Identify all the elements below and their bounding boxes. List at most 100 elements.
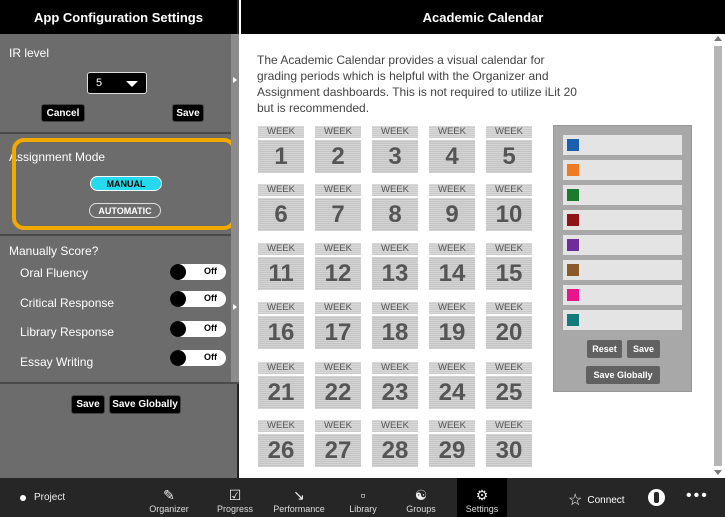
week-number: 20	[486, 316, 532, 349]
color-swatch	[567, 264, 579, 276]
more-icon[interactable]: •••	[686, 487, 709, 505]
oral-fluency-toggle[interactable]: Off	[170, 264, 226, 280]
week-label: WEEK	[258, 302, 304, 314]
library-response-toggle[interactable]: Off	[170, 321, 226, 337]
ir-save-button[interactable]: Save	[172, 104, 204, 122]
grading-period-row[interactable]	[563, 210, 682, 230]
grading-period-row[interactable]	[563, 285, 682, 305]
week-cell[interactable]: WEEK 25	[486, 362, 532, 410]
week-cell[interactable]: WEEK 15	[486, 243, 532, 291]
week-label: WEEK	[315, 126, 361, 138]
week-cell[interactable]: WEEK 3	[372, 126, 418, 174]
week-cell[interactable]: WEEK 28	[372, 420, 418, 468]
week-number: 16	[258, 316, 304, 349]
week-number: 13	[372, 257, 418, 290]
legend-save-globally-button[interactable]: Save Globally	[586, 366, 660, 384]
week-label: WEEK	[372, 243, 418, 255]
week-cell[interactable]: WEEK 20	[486, 302, 532, 350]
week-label: WEEK	[486, 302, 532, 314]
week-cell[interactable]: WEEK 19	[429, 302, 475, 350]
week-number: 22	[315, 376, 361, 409]
scroll-arrow-icon	[233, 77, 237, 83]
week-cell[interactable]: WEEK 12	[315, 243, 361, 291]
week-label: WEEK	[315, 362, 361, 374]
critical-response-toggle[interactable]: Off	[170, 291, 226, 307]
nav-performance[interactable]: ↘ Performance	[270, 478, 328, 517]
week-cell[interactable]: WEEK 23	[372, 362, 418, 410]
week-cell[interactable]: WEEK 22	[315, 362, 361, 410]
week-cell[interactable]: WEEK 7	[315, 184, 361, 232]
connect-button[interactable]: ☆ Connect	[568, 490, 625, 510]
week-cell[interactable]: WEEK 18	[372, 302, 418, 350]
ir-level-select[interactable]: 5	[87, 72, 147, 94]
week-cell[interactable]: WEEK 10	[486, 184, 532, 232]
grading-period-row[interactable]	[563, 235, 682, 255]
week-cell[interactable]: WEEK 1	[258, 126, 304, 174]
dot-icon	[20, 494, 26, 501]
gear-icon: ⚙	[475, 487, 489, 503]
reset-button[interactable]: Reset	[587, 340, 622, 358]
week-label: WEEK	[258, 420, 304, 432]
week-cell[interactable]: WEEK 6	[258, 184, 304, 232]
week-cell[interactable]: WEEK 26	[258, 420, 304, 468]
divider	[0, 382, 239, 384]
grading-period-row[interactable]	[563, 160, 682, 180]
grading-period-row[interactable]	[563, 260, 682, 280]
score-item-label: Critical Response	[20, 296, 115, 310]
week-cell[interactable]: WEEK 13	[372, 243, 418, 291]
week-cell[interactable]: WEEK 29	[429, 420, 475, 468]
week-label: WEEK	[429, 362, 475, 374]
user-icon[interactable]	[648, 489, 665, 506]
week-number: 29	[429, 434, 475, 467]
week-cell[interactable]: WEEK 5	[486, 126, 532, 174]
ir-cancel-button[interactable]: Cancel	[41, 104, 85, 122]
week-number: 15	[486, 257, 532, 290]
nav-settings[interactable]: ⚙ Settings	[457, 478, 507, 517]
grading-period-row[interactable]	[563, 185, 682, 205]
save-globally-button[interactable]: Save Globally	[109, 395, 181, 414]
week-cell[interactable]: WEEK 2	[315, 126, 361, 174]
nav-organizer[interactable]: ✎ Organizer	[145, 478, 193, 517]
week-label: WEEK	[315, 420, 361, 432]
week-number: 23	[372, 376, 418, 409]
calendar-title: Academic Calendar	[241, 0, 725, 34]
left-scrollbar[interactable]	[231, 34, 239, 382]
grading-period-row[interactable]	[563, 310, 682, 330]
nav-groups[interactable]: ☯ Groups	[400, 478, 442, 517]
week-number: 21	[258, 376, 304, 409]
week-number: 9	[429, 198, 475, 231]
nav-label: Organizer	[149, 504, 189, 514]
toggle-state: Off	[204, 266, 217, 276]
week-cell[interactable]: WEEK 14	[429, 243, 475, 291]
assignment-mode-highlight	[12, 138, 236, 230]
essay-writing-toggle[interactable]: Off	[170, 350, 226, 366]
week-cell[interactable]: WEEK 11	[258, 243, 304, 291]
save-button[interactable]: Save	[71, 395, 105, 414]
week-cell[interactable]: WEEK 16	[258, 302, 304, 350]
week-cell[interactable]: WEEK 4	[429, 126, 475, 174]
week-cell[interactable]: WEEK 9	[429, 184, 475, 232]
week-label: WEEK	[486, 362, 532, 374]
toggle-state: Off	[204, 293, 217, 303]
week-cell[interactable]: WEEK 24	[429, 362, 475, 410]
nav-library[interactable]: ▫ Library	[343, 478, 383, 517]
right-scrollbar[interactable]	[709, 34, 725, 478]
scroll-track[interactable]	[714, 46, 722, 466]
nav-label: Settings	[465, 504, 499, 514]
project-link[interactable]: Project	[20, 492, 65, 503]
week-cell[interactable]: WEEK 8	[372, 184, 418, 232]
nav-progress[interactable]: ☑ Progress	[212, 478, 258, 517]
week-cell[interactable]: WEEK 27	[315, 420, 361, 468]
week-cell[interactable]: WEEK 21	[258, 362, 304, 410]
color-swatch	[567, 189, 579, 201]
grading-period-row[interactable]	[563, 135, 682, 155]
week-number: 10	[486, 198, 532, 231]
week-cell[interactable]: WEEK 17	[315, 302, 361, 350]
week-number: 2	[315, 140, 361, 173]
scroll-down-icon[interactable]	[714, 470, 722, 475]
scroll-up-icon[interactable]	[714, 36, 722, 41]
score-item-label: Essay Writing	[20, 355, 94, 369]
week-cell[interactable]: WEEK 30	[486, 420, 532, 468]
color-swatch	[567, 139, 579, 151]
legend-save-button[interactable]: Save	[627, 340, 660, 358]
